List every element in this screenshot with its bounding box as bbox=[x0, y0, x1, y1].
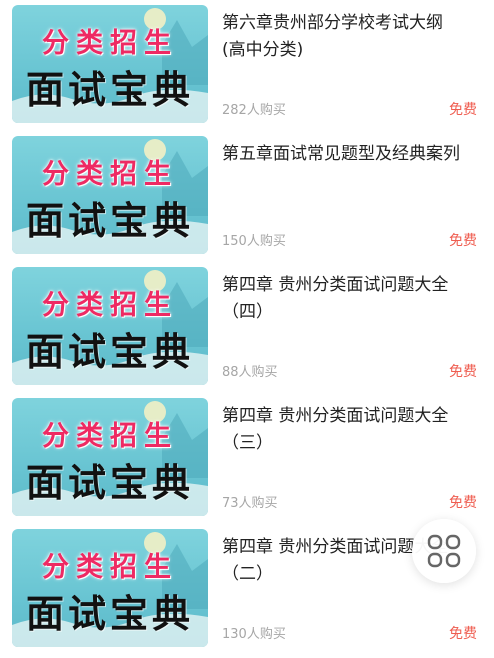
buyer-count: 88人购买 bbox=[222, 365, 278, 380]
course-thumbnail[interactable]: 分类招生 面试宝典 bbox=[12, 5, 208, 123]
thumbnail-title-text: 面试宝典 bbox=[25, 591, 194, 636]
course-item[interactable]: 分类招生 面试宝典 第六章贵州部分学校考试大纲 (高中分类) 282人购买 免费 bbox=[0, 2, 494, 134]
price-label: 免费 bbox=[449, 102, 477, 118]
thumbnail-title-text: 面试宝典 bbox=[25, 67, 194, 112]
price-label: 免费 bbox=[449, 364, 477, 380]
course-thumbnail[interactable]: 分类招生 面试宝典 bbox=[12, 267, 208, 385]
buyer-count: 150人购买 bbox=[222, 234, 286, 249]
course-item[interactable]: 分类招生 面试宝典 第四章 贵州分类面试问题大全 （三） 73人购买 免费 bbox=[0, 395, 494, 527]
course-thumbnail[interactable]: 分类招生 面试宝典 bbox=[12, 398, 208, 516]
buyer-count: 73人购买 bbox=[222, 496, 278, 511]
buyer-count: 130人购买 bbox=[222, 627, 286, 642]
price-label: 免费 bbox=[449, 626, 477, 642]
course-title[interactable]: 第四章 贵州分类面试问题大全 （四） bbox=[222, 272, 478, 326]
thumbnail-title-text: 面试宝典 bbox=[25, 198, 194, 243]
thumbnail-title-text: 面试宝典 bbox=[25, 329, 194, 374]
course-item[interactable]: 分类招生 面试宝典 第五章面试常见题型及经典案列 150人购买 免费 bbox=[0, 133, 494, 265]
thumbnail-category-text: 分类招生 bbox=[42, 159, 178, 190]
thumbnail-category-text: 分类招生 bbox=[42, 28, 178, 59]
price-label: 免费 bbox=[449, 495, 477, 511]
price-label: 免费 bbox=[449, 233, 477, 249]
course-title[interactable]: 第五章面试常见题型及经典案列 bbox=[222, 141, 478, 168]
course-title[interactable]: 第六章贵州部分学校考试大纲 (高中分类) bbox=[222, 10, 478, 64]
thumbnail-title-text: 面试宝典 bbox=[25, 460, 194, 505]
course-item[interactable]: 分类招生 面试宝典 第四章 贵州分类面试问题大全 （四） 88人购买 免费 bbox=[0, 264, 494, 396]
buyer-count: 282人购买 bbox=[222, 103, 286, 118]
thumbnail-category-text: 分类招生 bbox=[42, 421, 178, 452]
grid-menu-icon bbox=[427, 534, 461, 568]
course-thumbnail[interactable]: 分类招生 面试宝典 bbox=[12, 136, 208, 254]
course-title[interactable]: 第四章 贵州分类面试问题大全 （三） bbox=[222, 403, 478, 457]
thumbnail-category-text: 分类招生 bbox=[42, 552, 178, 583]
course-thumbnail[interactable]: 分类招生 面试宝典 bbox=[12, 529, 208, 647]
thumbnail-category-text: 分类招生 bbox=[42, 290, 178, 321]
floating-menu-button[interactable] bbox=[412, 519, 476, 583]
